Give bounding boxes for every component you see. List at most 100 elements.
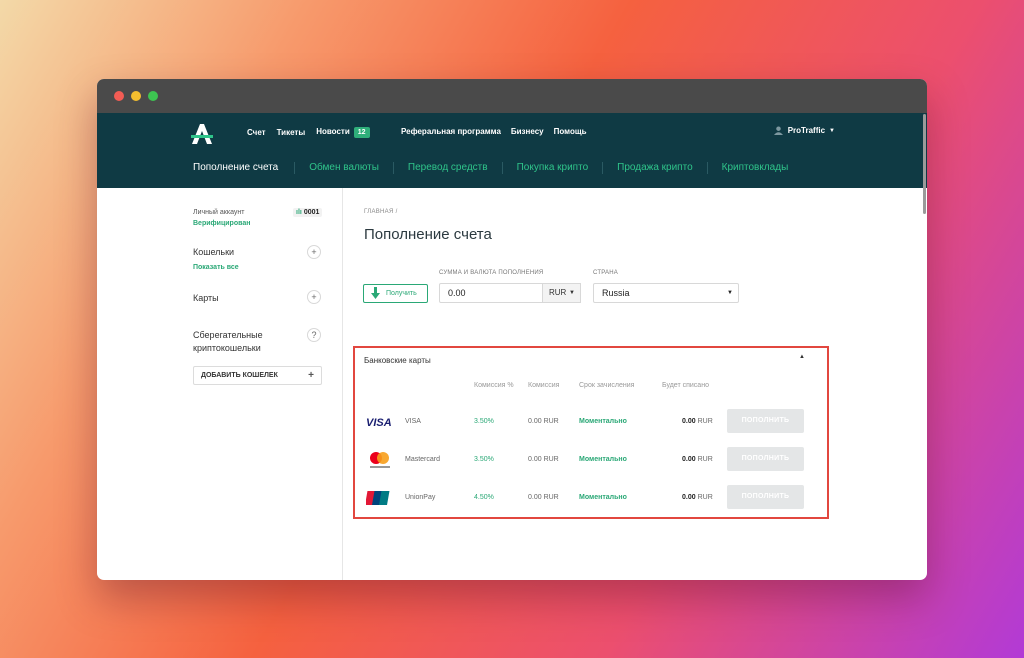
table-row: Mastercard 3.50% 0.00 RUR Моментально 0.… xyxy=(355,441,827,479)
chevron-down-icon: ▼ xyxy=(829,127,835,134)
plus-icon: + xyxy=(308,370,314,381)
fee-amount: 0.00 RUR xyxy=(528,418,559,425)
credit-time: Моментально xyxy=(579,494,627,501)
get-button-label: Получить xyxy=(386,290,417,297)
table-row: UnionPay 4.50% 0.00 RUR Моментально 0.00… xyxy=(355,479,827,517)
tab-deposit[interactable]: Пополнение счета xyxy=(193,162,294,174)
help-icon[interactable]: ? xyxy=(307,328,321,342)
page-body: Личный аккаунт Верифицирован ılı 0001 Кош… xyxy=(97,188,927,580)
nav-account[interactable]: Счет xyxy=(247,128,266,137)
fee-amount: 0.00 RUR xyxy=(528,456,559,463)
tab-sell-crypto[interactable]: Продажа крипто xyxy=(602,162,706,174)
debit-value: 0.00 xyxy=(682,456,696,463)
user-menu[interactable]: ProTraffic ▼ xyxy=(773,126,835,135)
debit-currency: RUR xyxy=(697,418,713,425)
add-card-icon[interactable]: + xyxy=(307,290,321,304)
sidebar: Личный аккаунт Верифицирован ılı 0001 Кош… xyxy=(97,188,343,580)
credit-time: Моментально xyxy=(579,456,627,463)
fee-amount: 0.00 RUR xyxy=(528,494,559,501)
tab-crypto-deposits[interactable]: Криптовклады xyxy=(706,162,803,174)
country-label: СТРАНА xyxy=(593,270,618,276)
credit-time: Моментально xyxy=(579,418,627,425)
col-header-debit: Будет списано xyxy=(662,382,709,389)
mastercard-logo-icon xyxy=(370,452,390,468)
chevron-down-icon: ▼ xyxy=(727,290,733,296)
nav-news-label: Новости xyxy=(316,127,350,136)
add-wallet-icon[interactable]: + xyxy=(307,245,321,259)
debit-amount: 0.00 RUR xyxy=(682,456,713,463)
col-header-fee: Комиссия xyxy=(528,382,560,389)
unionpay-logo-icon xyxy=(366,491,390,505)
fee-pct: 4.50% xyxy=(474,494,494,501)
sub-nav: Пополнение счета Обмен валюты Перевод ср… xyxy=(193,162,802,174)
top-nav-secondary: Реферальная программа Бизнесу Помощь xyxy=(401,127,597,136)
add-wallet-label: ДОБАВИТЬ КОШЕЛЕК xyxy=(201,372,278,379)
logo-icon[interactable] xyxy=(190,123,214,145)
debit-currency: RUR xyxy=(697,456,713,463)
col-header-time: Срок зачисления xyxy=(579,382,635,389)
cards-title: Карты xyxy=(193,293,219,303)
debit-value: 0.00 xyxy=(682,418,696,425)
wallets-title: Кошельки xyxy=(193,247,235,257)
breadcrumb[interactable]: ГЛАВНАЯ / xyxy=(364,209,398,215)
news-count-badge: 12 xyxy=(353,127,370,138)
account-id: 0001 xyxy=(303,209,320,216)
country-select[interactable]: Russia ▼ xyxy=(593,283,739,303)
account-id-badge: ılı 0001 xyxy=(293,208,323,217)
fee-pct: 3.50% xyxy=(474,456,494,463)
site-header: Счет Тикеты Новости 12 Реферальная програ… xyxy=(97,113,927,188)
account-label: Личный аккаунт xyxy=(193,209,245,216)
fee-pct: 3.50% xyxy=(474,418,494,425)
nav-referral[interactable]: Реферальная программа xyxy=(401,127,501,136)
card-name: VISA xyxy=(405,418,421,425)
maximize-window-button[interactable] xyxy=(148,91,158,101)
tab-transfer[interactable]: Перевод средств xyxy=(392,162,502,174)
table-row: VISA VISA 3.50% 0.00 RUR Моментально 0.0… xyxy=(355,403,827,441)
close-window-button[interactable] xyxy=(114,91,124,101)
nav-tickets[interactable]: Тикеты xyxy=(277,128,306,137)
get-button[interactable]: Получить xyxy=(363,284,428,303)
savings-title-line1: Сберегательные xyxy=(193,330,263,340)
bank-cards-panel: Банковские карты ▲ Комиссия % Комиссия С… xyxy=(353,346,829,519)
top-up-button[interactable]: ПОПОЛНИТЬ xyxy=(727,409,804,433)
collapse-icon[interactable]: ▲ xyxy=(799,354,805,360)
savings-title-line2: криптокошельки xyxy=(193,343,261,353)
card-name: Mastercard xyxy=(405,456,441,463)
account-status: Верифицирован xyxy=(193,220,251,227)
user-name: ProTraffic xyxy=(787,126,826,135)
amount-label: СУММА И ВАЛЮТА ПОПОЛНЕНИЯ xyxy=(439,270,544,276)
minimize-window-button[interactable] xyxy=(131,91,141,101)
bank-cards-title: Банковские карты xyxy=(364,356,431,365)
top-up-button[interactable]: ПОПОЛНИТЬ xyxy=(727,447,804,471)
visa-logo-icon: VISA xyxy=(366,417,392,429)
top-nav: Счет Тикеты Новости 12 xyxy=(247,127,392,138)
amount-input[interactable]: 0.00 xyxy=(439,283,543,303)
country-value: Russia xyxy=(602,288,630,298)
arrow-down-icon xyxy=(371,287,380,299)
card-name: UnionPay xyxy=(405,494,436,501)
debit-value: 0.00 xyxy=(682,494,696,501)
window-titlebar xyxy=(97,79,927,113)
show-all-wallets-link[interactable]: Показать все xyxy=(193,264,239,271)
chevron-down-icon: ▼ xyxy=(569,290,575,296)
col-header-fee-pct: Комиссия % xyxy=(474,382,514,389)
page-title: Пополнение счета xyxy=(364,226,492,243)
tab-exchange[interactable]: Обмен валюты xyxy=(294,162,393,174)
user-icon xyxy=(773,126,783,135)
debit-amount: 0.00 RUR xyxy=(682,418,713,425)
debit-amount: 0.00 RUR xyxy=(682,494,713,501)
currency-value: RUR xyxy=(549,288,567,297)
add-wallet-button[interactable]: ДОБАВИТЬ КОШЕЛЕК + xyxy=(193,366,322,385)
tab-buy-crypto[interactable]: Покупка крипто xyxy=(501,162,603,174)
nav-news[interactable]: Новости 12 xyxy=(316,127,380,138)
nav-business[interactable]: Бизнесу xyxy=(511,127,544,136)
top-up-button[interactable]: ПОПОЛНИТЬ xyxy=(727,485,804,509)
bars-icon: ılı xyxy=(296,209,302,216)
svg-text:VISA: VISA xyxy=(366,417,392,429)
browser-window: Счет Тикеты Новости 12 Реферальная програ… xyxy=(97,79,927,580)
debit-currency: RUR xyxy=(697,494,713,501)
currency-select[interactable]: RUR ▼ xyxy=(542,283,581,303)
scrollbar[interactable] xyxy=(923,114,926,214)
nav-help[interactable]: Помощь xyxy=(554,127,587,136)
main-content: ГЛАВНАЯ / Пополнение счета Получить СУММ… xyxy=(344,188,927,580)
